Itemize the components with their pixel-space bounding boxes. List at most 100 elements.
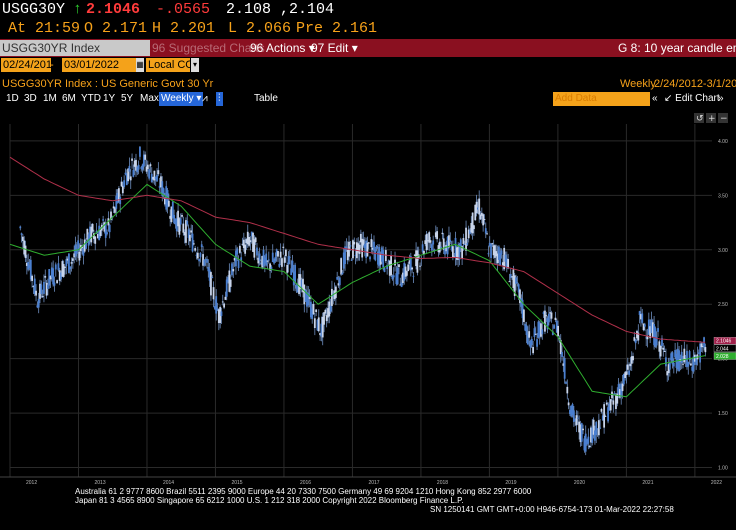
tab-ytd[interactable]: YTD	[81, 92, 101, 106]
collapse-icon[interactable]: «	[652, 92, 658, 106]
candle-body	[331, 288, 333, 306]
line-chart-icon[interactable]: ⩘	[202, 92, 208, 106]
y-tick-label: 3.50	[718, 193, 728, 199]
candle-body	[605, 402, 608, 405]
tab-1m[interactable]: 1M	[43, 92, 57, 106]
candle-body	[286, 264, 289, 273]
candle-body	[294, 264, 297, 284]
candle-body	[367, 242, 370, 244]
currency-dropdown-icon[interactable]: ▾	[191, 58, 199, 72]
candle-body	[279, 251, 282, 258]
candle-body	[236, 248, 239, 255]
candle-body	[44, 276, 47, 278]
candle-body	[465, 227, 467, 251]
candle-body	[224, 296, 227, 300]
candle-body	[308, 297, 311, 299]
chart-controls[interactable]: ↺ + −	[694, 113, 728, 124]
candle-body	[211, 277, 214, 279]
candle-body	[534, 333, 537, 335]
candle-body	[64, 266, 66, 269]
candle-body	[432, 240, 435, 245]
candle-body	[663, 350, 666, 352]
candle-body	[324, 309, 327, 314]
security-input[interactable]: USGG30YR Index	[0, 40, 150, 56]
candle-body	[229, 279, 232, 287]
tab-weekly[interactable]: Weekly ▾	[159, 92, 204, 106]
candle-body	[128, 165, 131, 172]
price-chart[interactable]: 4.003.503.002.502.001.501.00 2012 2013 201…	[0, 108, 736, 485]
candle-body	[580, 423, 583, 442]
quote-line: At 21:59 O 2.171 H 2.201 L 2.066 Pre 2.1…	[0, 20, 736, 38]
candle-body	[144, 154, 147, 160]
candle-body	[536, 339, 538, 347]
candle-body	[199, 252, 202, 258]
candle-body	[436, 231, 439, 240]
footer-line-1: Australia 61 2 9777 8600 Brazil 5511 239…	[75, 487, 532, 496]
edit-chart-button[interactable]: ↙ Edit Chart	[664, 92, 720, 106]
candle-body	[22, 236, 24, 242]
tab-3d[interactable]: 3D	[24, 92, 37, 106]
candle-body	[668, 362, 671, 370]
tab-max[interactable]: Max	[140, 92, 159, 106]
candle-body	[104, 223, 107, 238]
footer-line-3: SN 1250141 GMT GMT+0:00 H946-6754-173 01…	[430, 505, 674, 514]
candle-body	[545, 315, 548, 317]
suggested-charts-menu[interactable]: 96 Suggested Charts	[152, 39, 265, 57]
candle-body	[78, 251, 81, 261]
x-axis: 2012 2013 2014 2015 2016 2017 2018 2019 2020 2021…	[0, 476, 736, 485]
x-tick-label: 2012	[26, 480, 37, 485]
chart-name: G 8: 10 year candle ema	[618, 41, 736, 55]
calendar-icon[interactable]: ▦	[136, 58, 144, 72]
candle-body	[131, 158, 133, 161]
candle-body	[440, 246, 442, 248]
footer-line-2: Japan 81 3 4565 8900 Singapore 65 6212 1…	[75, 496, 464, 505]
candle-body	[68, 253, 70, 273]
tab-6m[interactable]: 6M	[62, 92, 76, 106]
expand-icon[interactable]: »	[718, 92, 724, 106]
candle-body	[192, 243, 195, 245]
candle-body	[156, 174, 158, 182]
zoom-in-icon[interactable]: +	[708, 114, 716, 124]
candle-body	[582, 428, 584, 431]
tab-1d[interactable]: 1D	[6, 92, 19, 106]
edit-menu[interactable]: 97 Edit ▾	[311, 39, 358, 57]
x-tick-label: 2018	[437, 480, 448, 485]
candle-body	[487, 253, 490, 255]
candle-body	[237, 260, 240, 269]
candle-body	[533, 328, 536, 337]
candle-body	[419, 265, 421, 267]
zoom-reset-icon[interactable]: ↺	[696, 114, 704, 124]
candle-body	[215, 296, 218, 314]
ticker-symbol[interactable]: USGG30Y	[2, 0, 65, 20]
x-tick-label: 2015	[231, 480, 242, 485]
candle-body	[478, 198, 481, 215]
zoom-out-icon[interactable]: −	[720, 114, 728, 124]
candle-body	[57, 263, 60, 271]
chart-type-icon[interactable]: ⫶	[216, 92, 223, 106]
candle-body	[338, 277, 341, 286]
candle-body	[491, 243, 494, 245]
end-date-field[interactable]: 03/01/2022	[62, 58, 138, 72]
start-date-field[interactable]: 02/24/2012	[1, 58, 58, 72]
candle-body	[430, 244, 433, 251]
tab-1y[interactable]: 1Y	[103, 92, 115, 106]
candle-body	[182, 223, 185, 233]
candle-body	[274, 256, 277, 262]
candle-body	[554, 317, 557, 321]
last-value-labels: 2.10462.044 2.028	[713, 337, 736, 360]
currency-select[interactable]: Local CCY	[146, 58, 201, 72]
tab-5y[interactable]: 5Y	[121, 92, 133, 106]
candle-body	[210, 272, 212, 296]
candle-body	[108, 224, 111, 233]
candle-body	[146, 164, 149, 170]
actions-menu[interactable]: 96 Actions ▾	[250, 39, 315, 57]
candle-body	[603, 404, 606, 428]
candle-body	[599, 427, 602, 429]
candle-body	[394, 259, 396, 266]
candle-body	[281, 258, 283, 267]
security-title: USGG30YR Index : US Generic Govt 30 Yr	[2, 78, 214, 90]
candle-body	[353, 241, 356, 245]
table-button[interactable]: Table	[254, 92, 278, 106]
add-data-input[interactable]: Add Data	[553, 92, 650, 106]
candle-body	[626, 364, 629, 370]
